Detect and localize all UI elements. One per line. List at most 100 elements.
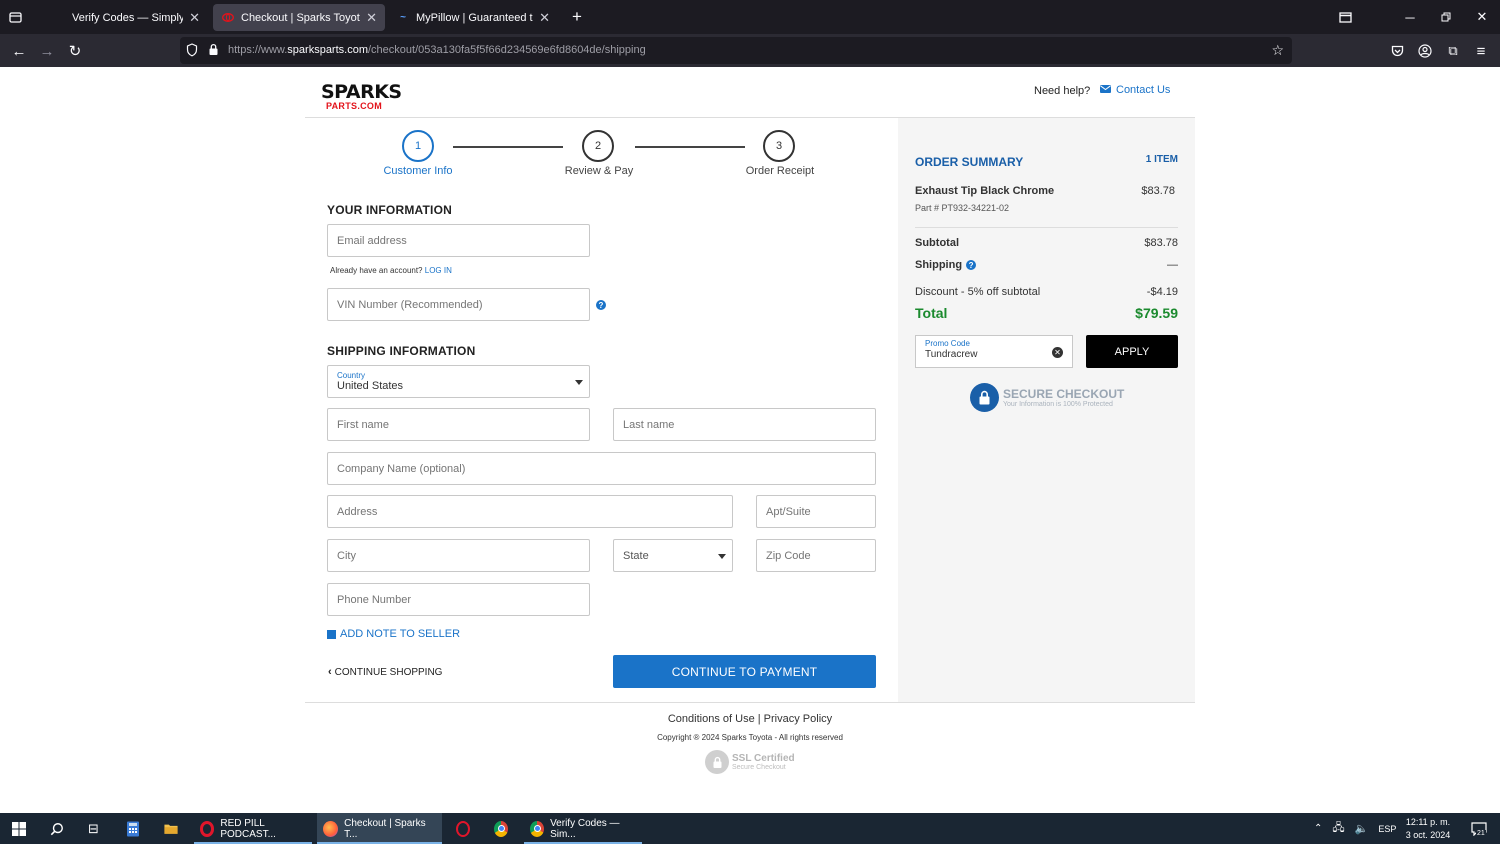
apt-suite-field[interactable] <box>756 495 876 528</box>
close-tab-icon[interactable]: ✕ <box>539 10 550 26</box>
privacy-policy-link[interactable]: Privacy Policy <box>764 713 832 725</box>
contact-us-link[interactable]: Contact Us <box>1100 84 1170 96</box>
minimize-icon[interactable]: ─ <box>1401 8 1419 26</box>
add-note-link[interactable]: ADD NOTE TO SELLER <box>327 628 460 640</box>
phone-input[interactable] <box>337 593 589 606</box>
opera-gx-icon[interactable] <box>450 813 476 844</box>
shield-icon[interactable] <box>186 43 198 62</box>
email-field[interactable] <box>327 224 590 257</box>
new-tab-icon[interactable]: + <box>568 7 586 26</box>
clock[interactable]: 12:11 p. m. 3 oct. 2024 <box>1400 813 1456 844</box>
subtotal-value: $83.78 <box>1144 237 1178 249</box>
sparks-logo[interactable]: SPARKS PARTS.COM <box>321 83 402 111</box>
bookmark-star-icon[interactable]: ☆ <box>1271 42 1284 59</box>
promo-code-value[interactable]: Tundracrew <box>925 349 1063 360</box>
windows-logo-icon <box>12 821 26 836</box>
tab-title: Verify Codes — SimplyCodes <box>72 11 184 24</box>
email-input[interactable] <box>337 234 589 247</box>
tab-title: Checkout | Sparks Toyota <box>241 11 361 24</box>
clock-time: 12:11 p. m. <box>1405 817 1451 828</box>
state-select[interactable]: State <box>613 539 733 572</box>
notification-count: 21 <box>1476 830 1486 837</box>
lock-icon <box>970 383 999 412</box>
start-button[interactable] <box>6 813 32 844</box>
first-name-field[interactable] <box>327 408 590 441</box>
calculator-icon[interactable] <box>120 813 146 844</box>
file-explorer-icon[interactable] <box>158 813 184 844</box>
close-tab-icon[interactable]: ✕ <box>189 10 200 26</box>
city-field[interactable] <box>327 539 590 572</box>
taskbar-verify-codes-chrome[interactable]: Verify Codes — Sim... <box>524 813 642 844</box>
reload-icon[interactable]: ↻ <box>64 40 86 62</box>
promo-code-field[interactable]: Promo Code Tundracrew ✕ <box>915 335 1073 368</box>
phone-field[interactable] <box>327 583 590 616</box>
company-input[interactable] <box>337 462 875 475</box>
extensions-icon[interactable]: ⧉ <box>1442 40 1464 62</box>
restore-icon[interactable] <box>1437 8 1455 26</box>
subtotal-label: Subtotal <box>915 237 959 249</box>
volume-icon[interactable]: 🔈 <box>1355 822 1369 835</box>
dropdown-caret-icon <box>575 380 583 385</box>
close-window-icon[interactable]: ✕ <box>1473 8 1491 26</box>
lock-icon[interactable] <box>208 43 219 61</box>
shipping-help-icon[interactable]: ? <box>966 260 977 270</box>
tab-simplycodes[interactable]: Verify Codes — SimplyCodes ✕ <box>44 4 208 31</box>
tab-list-icon[interactable] <box>6 8 24 26</box>
city-input[interactable] <box>337 549 589 562</box>
tab-checkout[interactable]: Checkout | Sparks Toyota ✕ <box>213 4 385 31</box>
item-count[interactable]: 1 ITEM <box>1143 154 1178 165</box>
window-icon[interactable] <box>1336 8 1354 26</box>
task-view-icon[interactable]: ⊟ <box>82 813 108 844</box>
footer-links: Conditions of Use | Privacy Policy <box>0 713 1500 725</box>
clear-icon[interactable]: ✕ <box>1052 347 1063 358</box>
zip-code-field[interactable] <box>756 539 876 572</box>
step-3-circle: 3 <box>763 130 795 162</box>
total-label: Total <box>915 305 948 321</box>
tab-mypillow[interactable]: ~ MyPillow | Guaranteed the Most ✕ <box>388 4 558 31</box>
language-indicator[interactable]: ESP <box>1378 824 1396 834</box>
chevron-up-icon[interactable]: ⌃ <box>1314 823 1322 834</box>
address-input[interactable] <box>337 505 732 518</box>
firefox-icon <box>323 820 339 837</box>
close-tab-icon[interactable]: ✕ <box>366 10 377 26</box>
discount-label: Discount - 5% off subtotal <box>915 286 1041 298</box>
url-text[interactable]: https://www.sparksparts.com/checkout/053… <box>228 44 646 56</box>
apt-suite-input[interactable] <box>766 505 875 518</box>
account-icon[interactable] <box>1414 40 1436 62</box>
last-name-input[interactable] <box>623 418 875 431</box>
menu-icon[interactable]: ≡ <box>1470 40 1492 62</box>
continue-shopping-link[interactable]: ‹ CONTINUE SHOPPING <box>328 666 442 678</box>
taskbar-checkout-firefox[interactable]: Checkout | Sparks T... <box>317 813 442 844</box>
forward-icon[interactable]: → <box>36 40 58 62</box>
first-name-input[interactable] <box>337 418 589 431</box>
vin-field[interactable] <box>327 288 590 321</box>
shipping-label-group: Shipping ? <box>915 259 977 271</box>
url-bar[interactable]: https://www.sparksparts.com/checkout/053… <box>180 37 1292 64</box>
step-2-circle: 2 <box>582 130 614 162</box>
shipping-value: — <box>1167 259 1178 271</box>
pocket-icon[interactable] <box>1386 40 1408 62</box>
chrome-icon[interactable] <box>488 813 514 844</box>
step-connector <box>635 146 745 148</box>
vin-help-icon[interactable]: ? <box>596 300 606 310</box>
search-taskbar-icon[interactable] <box>44 813 70 844</box>
country-select[interactable]: Country United States <box>327 365 590 398</box>
item-price: $83.78 <box>1141 185 1175 197</box>
back-icon[interactable]: ← <box>8 40 30 62</box>
network-icon[interactable]: 🖧 <box>1332 819 1344 838</box>
discount-row: Discount - 5% off subtotal -$4.19 <box>915 286 1178 298</box>
ssl-text: SSL Certified Secure Checkout <box>732 753 795 771</box>
taskbar-red-pill-podcast[interactable]: RED PILL PODCAST... <box>194 813 312 844</box>
zip-code-input[interactable] <box>766 549 875 562</box>
vin-input[interactable] <box>337 298 589 311</box>
last-name-field[interactable] <box>613 408 876 441</box>
country-label: Country <box>337 371 366 380</box>
apply-button[interactable]: APPLY <box>1086 335 1178 368</box>
company-field[interactable] <box>327 452 876 485</box>
conditions-of-use-link[interactable]: Conditions of Use <box>668 713 755 725</box>
item-name: Exhaust Tip Black Chrome <box>915 185 1055 197</box>
continue-to-payment-button[interactable]: CONTINUE TO PAYMENT <box>613 655 876 688</box>
notification-center-icon[interactable]: 21 <box>1466 813 1492 844</box>
address-field[interactable] <box>327 495 733 528</box>
log-in-link[interactable]: LOG IN <box>425 266 452 275</box>
